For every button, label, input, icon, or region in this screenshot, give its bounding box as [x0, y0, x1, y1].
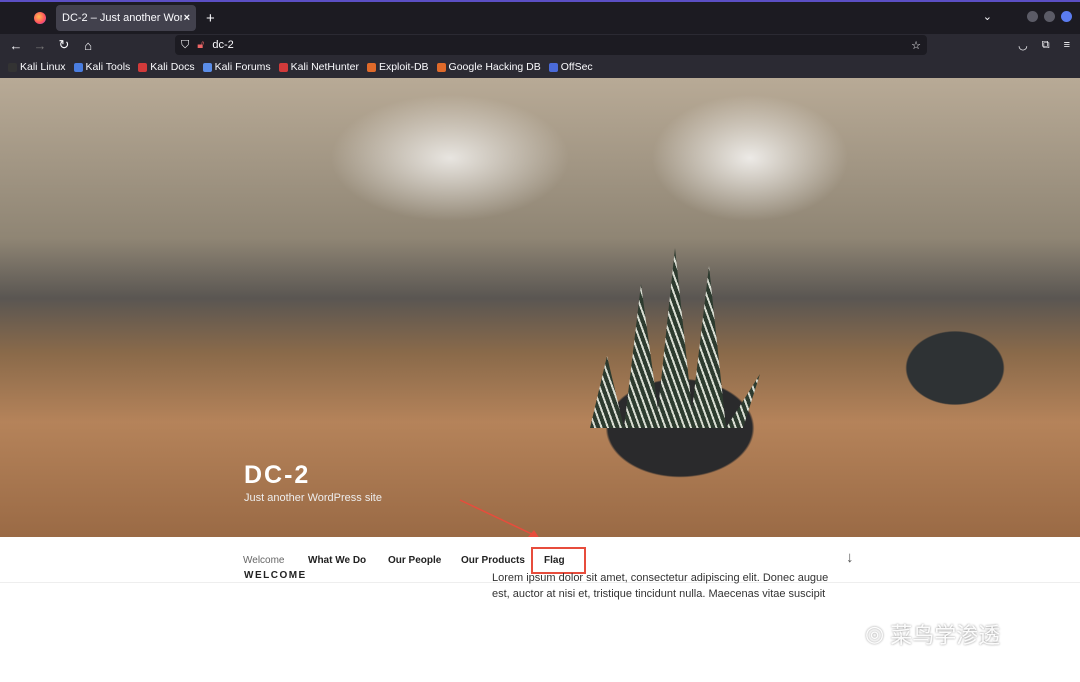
bookmark-item[interactable]: Kali Forums: [202, 61, 271, 73]
minimize-button[interactable]: [1027, 11, 1038, 22]
bookmark-label: Google Hacking DB: [448, 61, 541, 73]
site-tagline: Just another WordPress site: [244, 492, 382, 504]
bookmark-icon: [366, 62, 376, 72]
section-text: Lorem ipsum dolor sit amet, consectetur …: [492, 572, 829, 600]
menu-item-our-people[interactable]: Our People: [388, 555, 441, 566]
bookmark-item[interactable]: Google Hacking DB: [436, 61, 541, 73]
bookmark-item[interactable]: Kali Docs: [138, 61, 195, 73]
plant-image: [590, 248, 760, 428]
bookmark-item[interactable]: Kali NetHunter: [278, 61, 359, 73]
extensions-icon[interactable]: ⧉: [1042, 39, 1050, 52]
url-bar[interactable]: ⛉ 🔓︎ dc-2 ☆: [175, 35, 927, 55]
home-icon[interactable]: ⌂: [76, 38, 100, 53]
pocket-icon[interactable]: ◡: [1018, 39, 1028, 52]
wechat-icon: ◎: [865, 621, 885, 646]
bookmark-icon: [202, 62, 212, 72]
bookmark-item[interactable]: Kali Linux: [8, 61, 66, 73]
bookmark-label: Kali NetHunter: [290, 61, 359, 73]
close-window-button[interactable]: [1061, 11, 1072, 22]
reload-icon[interactable]: ↻: [52, 37, 76, 53]
bookmarks-bar: Kali Linux Kali Tools Kali Docs Kali Forums…: [0, 56, 1080, 78]
bookmark-icon: [548, 62, 558, 72]
bookmark-label: Kali Linux: [20, 61, 66, 73]
bookmark-item[interactable]: Exploit-DB: [366, 61, 429, 73]
bookmark-icon: [8, 62, 17, 72]
watermark: ◎ 菜鸟学渗透: [865, 618, 1000, 650]
bookmark-icon: [278, 62, 288, 72]
bookmark-icon: [73, 62, 83, 72]
bookmark-star-icon[interactable]: ☆: [911, 39, 921, 52]
site-title[interactable]: DC-2: [244, 461, 310, 490]
firefox-icon: [34, 12, 46, 24]
insecure-lock-icon: 🔓︎: [197, 38, 205, 51]
shield-icon: ⛉: [181, 38, 190, 51]
close-tab-icon[interactable]: ×: [184, 12, 190, 24]
bookmark-icon: [436, 62, 446, 72]
menu-icon[interactable]: ≡: [1064, 39, 1070, 52]
bookmark-label: Kali Tools: [85, 61, 131, 73]
watermark-text: 菜鸟学渗透: [890, 623, 1001, 648]
menu-item-welcome[interactable]: Welcome: [243, 555, 285, 566]
bookmark-label: Exploit-DB: [378, 61, 429, 73]
arrow-down-icon[interactable]: ↓: [846, 549, 854, 566]
forward-icon[interactable]: →: [28, 38, 52, 53]
annotation-arrow: [459, 499, 539, 537]
bookmark-label: Kali Docs: [150, 61, 195, 73]
bookmark-label: Kali Forums: [214, 61, 271, 73]
tab-active[interactable]: DC-2 – Just another WordPress site×: [56, 5, 196, 31]
nav-bar: ← → ↻ ⌂ ⛉ 🔓︎ dc-2 ☆ ◡ ⧉ ≡: [0, 34, 1080, 56]
bookmark-label: OffSec: [560, 61, 593, 73]
new-tab-button[interactable]: +: [206, 10, 215, 27]
url-text: dc-2: [212, 39, 234, 51]
hero-image: DC-2 Just another WordPress site: [0, 78, 1080, 537]
menu-item-what-we-do[interactable]: What We Do: [308, 555, 366, 566]
back-icon[interactable]: ←: [4, 38, 28, 53]
menu-item-our-products[interactable]: Our Products: [461, 555, 525, 566]
bookmark-item[interactable]: Kali Tools: [73, 61, 131, 73]
section-heading: WELCOME: [244, 570, 307, 581]
maximize-button[interactable]: [1044, 11, 1055, 22]
chevron-down-icon[interactable]: ⌄: [983, 10, 992, 23]
bookmark-icon: [138, 62, 148, 72]
tab-bar: DC-2 – Just another WordPress site× + ⌄: [0, 0, 1080, 34]
tab-title: DC-2 – Just another WordPress site: [62, 12, 182, 24]
bookmark-item[interactable]: OffSec: [548, 61, 593, 73]
